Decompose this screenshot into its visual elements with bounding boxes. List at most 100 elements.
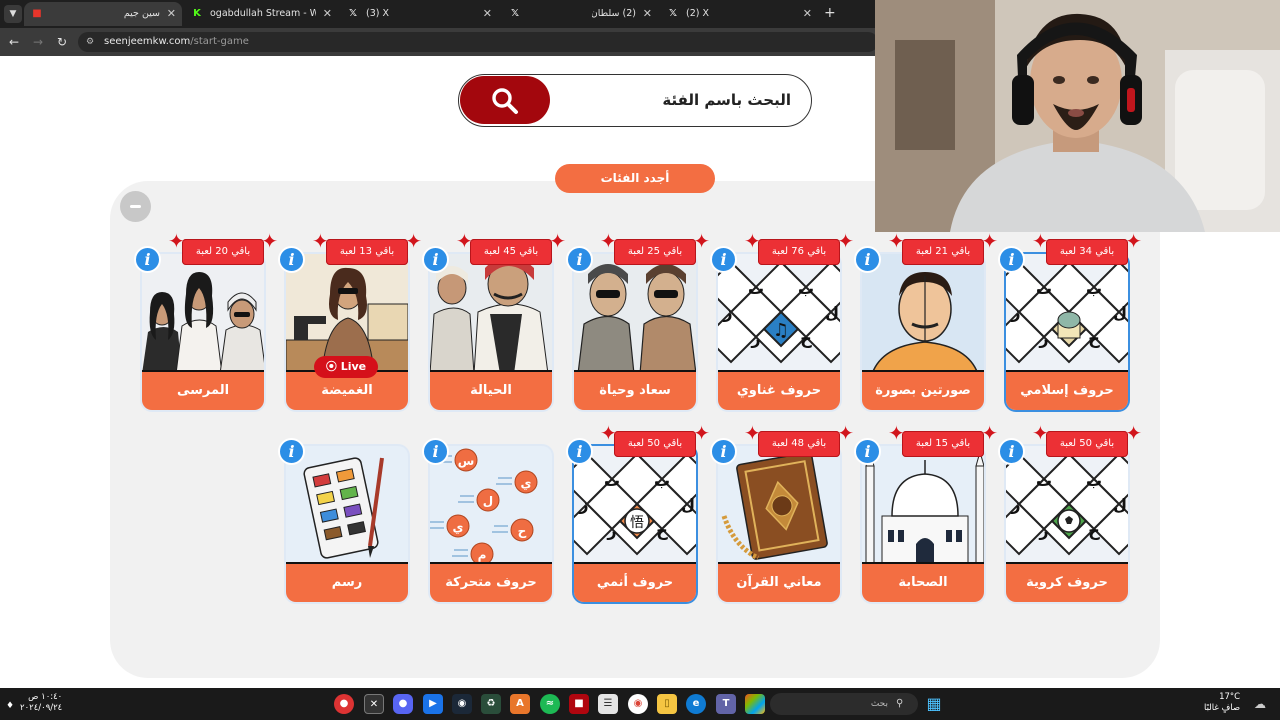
sparkle-icon: ✦	[837, 229, 854, 253]
tab-x-3[interactable]: 𝕏 (3) X ✕	[340, 2, 498, 26]
clock[interactable]: ١٠:٤٠ ص ٢٠٢٤/٠٩/٢٤	[20, 692, 62, 714]
spotify-icon[interactable]: ≈	[540, 694, 560, 714]
category-card[interactable]: سعاد وحياة i ✦ باقي 25 لعبة ✦	[566, 231, 710, 412]
two-women-sunglasses-icon	[574, 254, 696, 375]
category-label: الصحابة	[862, 562, 984, 602]
tab-x-2[interactable]: 𝕏 (2) X ✕	[660, 2, 818, 26]
site-info-icon[interactable]: ⚙	[86, 36, 98, 48]
svg-text:ل: ل	[483, 494, 493, 508]
discord-icon[interactable]: ●	[393, 694, 413, 714]
tab-title: (3) X	[366, 8, 389, 19]
card-frame: ب ت ل ز ح ر حروف إسلامي	[1004, 252, 1130, 412]
search-input[interactable]	[559, 83, 791, 117]
live-badge: ⦿ Live	[314, 356, 378, 378]
tab-x[interactable]: 𝕏	[502, 2, 566, 26]
streamlabs-icon[interactable]: ▶	[423, 694, 443, 714]
category-card[interactable]: صورتين بصورة i ✦ باقي 21 لعبة ✦	[854, 231, 998, 412]
latest-categories-button[interactable]: أجدد الفئات	[555, 164, 715, 193]
remaining-games-badge: ✦ باقي 25 لعبة ✦	[600, 231, 710, 265]
info-icon[interactable]: i	[422, 438, 449, 465]
category-card[interactable]: ب ت ل ز ح ر حروف كروية i ✦ باقي 50 لعبة …	[998, 423, 1142, 604]
info-icon[interactable]: i	[134, 246, 161, 273]
info-icon[interactable]: i	[566, 438, 593, 465]
taskbar-search[interactable]: بحث ⚲	[770, 693, 918, 715]
svg-text:ت: ت	[1036, 471, 1052, 490]
app-recorder-icon[interactable]: ●	[334, 694, 354, 714]
category-card[interactable]: المرسى i ✦ باقي 20 لعبة ✦	[134, 231, 278, 412]
sparkle-icon: ✦	[744, 421, 761, 445]
category-card[interactable]: الصحابة i ✦ باقي 15 لعبة ✦	[854, 423, 998, 604]
new-tab-button[interactable]: +	[824, 5, 836, 21]
screen: ▼ ■ سين جيم ✕ K ogabdullah Stream - Watc…	[0, 0, 1280, 720]
close-icon[interactable]: ✕	[643, 2, 652, 26]
category-card[interactable]: رسم i	[278, 438, 410, 604]
info-icon[interactable]: i	[854, 438, 881, 465]
back-arrow-icon[interactable]: ←	[6, 34, 22, 50]
tab-x-sultan[interactable]: (2) سلطان / X ✕	[566, 2, 658, 26]
category-card[interactable]: الحيالة i ✦ باقي 45 لعبة ✦	[422, 231, 566, 412]
windows-start-icon[interactable]: ▦	[924, 694, 944, 714]
info-icon[interactable]: i	[998, 246, 1025, 273]
sparkle-icon: ✦	[405, 229, 422, 253]
url-domain: seenjeemkw.com	[104, 36, 191, 47]
tab-seenjeem[interactable]: ■ سين جيم ✕	[24, 2, 182, 26]
windows-taskbar: ١٠:٤٠ ص ٢٠٢٤/٠٩/٢٤ ♦ ● ✕ ● ▶ ◉ ♻ A ≈ ■ ☰…	[0, 688, 1280, 720]
info-icon[interactable]: i	[854, 246, 881, 273]
search-button[interactable]	[460, 76, 550, 124]
tab-search-button[interactable]: ▼	[4, 5, 22, 23]
category-card[interactable]: الغميضة i ✦ باقي 13 لعبة ✦ ⦿ Live	[278, 231, 422, 412]
remaining-games-text: باقي 50 لعبة	[1059, 438, 1115, 449]
info-icon[interactable]: i	[278, 438, 305, 465]
tab-kick-stream[interactable]: K ogabdullah Stream - Watch Liv ✕	[184, 2, 338, 26]
teams-icon[interactable]: T	[716, 694, 736, 714]
app-orange-icon[interactable]: A	[510, 694, 530, 714]
svg-text:ح: ح	[1088, 329, 1100, 348]
reload-icon[interactable]: ↻	[54, 34, 70, 50]
chrome-icon[interactable]: ◉	[628, 694, 648, 714]
info-icon[interactable]: i	[710, 438, 737, 465]
file-explorer-icon[interactable]: ▯	[657, 694, 677, 714]
category-card[interactable]: معاني القرآن i ✦ باقي 48 لعبة ✦	[710, 423, 854, 604]
app-terminal-icon[interactable]: ✕	[364, 694, 384, 714]
notification-bell-icon[interactable]: ♦	[4, 696, 16, 711]
close-icon[interactable]: ✕	[167, 2, 176, 26]
notepad-icon[interactable]: ☰	[598, 694, 618, 714]
info-icon[interactable]: i	[710, 246, 737, 273]
url-text: seenjeemkw.com/start-game	[104, 32, 249, 52]
collapse-button[interactable]	[120, 191, 151, 222]
letters-football-icon: ب ت ل ز ح ر	[1006, 446, 1128, 566]
close-icon[interactable]: ✕	[803, 2, 812, 26]
address-bar[interactable]: ⚙ seenjeemkw.com/start-game	[78, 32, 878, 52]
info-icon[interactable]: i	[422, 246, 449, 273]
search-icon	[492, 88, 518, 114]
x-logo-icon: 𝕏	[510, 8, 520, 19]
forward-arrow-icon[interactable]: →	[30, 34, 46, 50]
category-card[interactable]: س ي ل ي ح م حروف متحركة i	[422, 438, 554, 604]
weather-cloud-icon: ☁	[1254, 697, 1266, 711]
weather-widget[interactable]: 17°C صافٍ غالبًا	[1204, 692, 1240, 714]
app-red-icon[interactable]: ■	[569, 694, 589, 714]
app-green-icon[interactable]: ♻	[481, 694, 501, 714]
category-card[interactable]: ب ت ل ز ح ر 悟 حروف أنمي i ✦ باقي 50 لعبة…	[566, 423, 710, 604]
card-frame: المرسى	[140, 252, 266, 412]
weather-description: صافٍ غالبًا	[1204, 703, 1241, 713]
sparkle-icon: ✦	[456, 229, 473, 253]
svg-text:ح: ح	[518, 524, 527, 538]
svg-text:ز: ز	[1010, 303, 1020, 322]
info-icon[interactable]: i	[278, 246, 305, 273]
remaining-games-badge: ✦ باقي 48 لعبة ✦	[744, 423, 854, 457]
info-icon[interactable]: i	[566, 246, 593, 273]
close-icon[interactable]: ✕	[323, 2, 332, 26]
tab-title: (2) سلطان / X	[592, 8, 636, 19]
remaining-games-text: باقي 25 لعبة	[627, 246, 683, 257]
svg-text:ب: ب	[1086, 279, 1102, 298]
steam-icon[interactable]: ◉	[452, 694, 472, 714]
card-frame: صورتين بصورة	[860, 252, 986, 412]
copilot-icon[interactable]	[745, 694, 765, 714]
card-frame: معاني القرآن	[716, 444, 842, 604]
close-icon[interactable]: ✕	[483, 2, 492, 26]
category-card[interactable]: ب ت ل ز ح ر حروف إسلامي i ✦ باقي 34 لعبة…	[998, 231, 1142, 412]
info-icon[interactable]: i	[998, 438, 1025, 465]
edge-icon[interactable]: e	[686, 694, 706, 714]
category-card[interactable]: ب ت ل ز ح ر ♫ حروف غناوي i ✦ باقي 76 لعب…	[710, 231, 854, 412]
